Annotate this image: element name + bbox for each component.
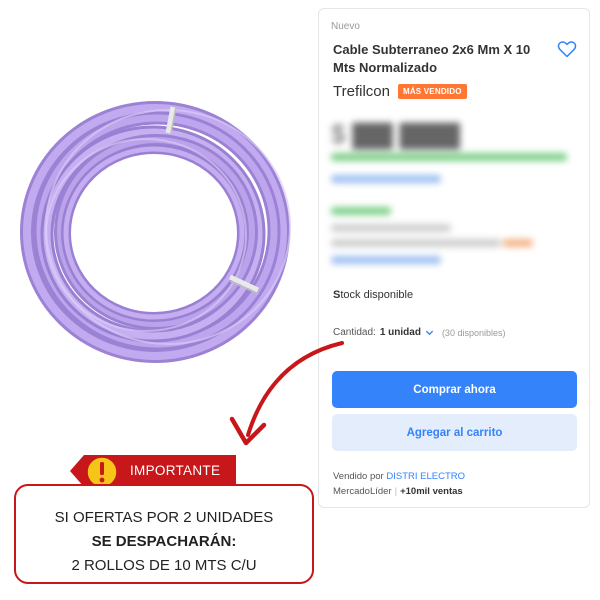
brand-row: Trefilcon MÁS VENDIDO (333, 83, 467, 100)
heart-icon[interactable] (557, 39, 577, 59)
best-seller-badge: MÁS VENDIDO (397, 84, 467, 99)
redacted-line (331, 175, 441, 183)
redacted-price: $ ▇▇ ▇▇▇ (331, 119, 460, 149)
redacted-line (331, 207, 391, 215)
redacted-line (503, 239, 533, 247)
arrow-icon (229, 341, 344, 446)
redacted-line (331, 239, 501, 247)
add-to-cart-button[interactable]: Agregar al carrito (332, 414, 577, 451)
available-count: (30 disponibles) (441, 327, 506, 338)
product-card: Nuevo Cable Subterraneo 2x6 Mm X 10 Mts … (318, 8, 590, 508)
product-image (20, 101, 291, 363)
seller-level: MercadoLíder (333, 486, 392, 497)
sold-by-label: Vendido por (333, 471, 384, 482)
notice-line-2: SE DESPACHARÁN: (91, 533, 237, 550)
product-title: Cable Subterraneo 2x6 Mm X 10 Mts Normal… (333, 42, 531, 75)
quantity-value[interactable]: 1 unidad (380, 327, 421, 338)
notice-tag-label: IMPORTANTE (130, 463, 221, 478)
redacted-line (331, 256, 441, 264)
condition-label: Nuevo (331, 21, 360, 32)
notice-line-3: 2 ROLLOS DE 10 MTS C/U (71, 557, 257, 574)
notice-box: SI OFERTAS POR 2 UNIDADES SE DESPACHARÁN… (14, 484, 314, 584)
buy-now-button[interactable]: Comprar ahora (332, 371, 577, 408)
sales-count: +10mil ventas (400, 486, 463, 497)
brand-name: Trefilcon (333, 83, 390, 100)
redacted-line (331, 153, 567, 161)
quantity-selector[interactable]: Cantidad: 1 unidad (30 disponibles) (333, 327, 505, 338)
seller-link[interactable]: DISTRI ELECTRO (386, 471, 465, 482)
redacted-line (331, 224, 451, 232)
chevron-down-icon[interactable] (425, 328, 434, 337)
notice-line-1: SI OFERTAS POR 2 UNIDADES (54, 509, 274, 526)
seller-info: Vendido por DISTRI ELECTRO MercadoLíder |… (333, 471, 466, 497)
stock-status: Stock disponible (333, 289, 414, 301)
